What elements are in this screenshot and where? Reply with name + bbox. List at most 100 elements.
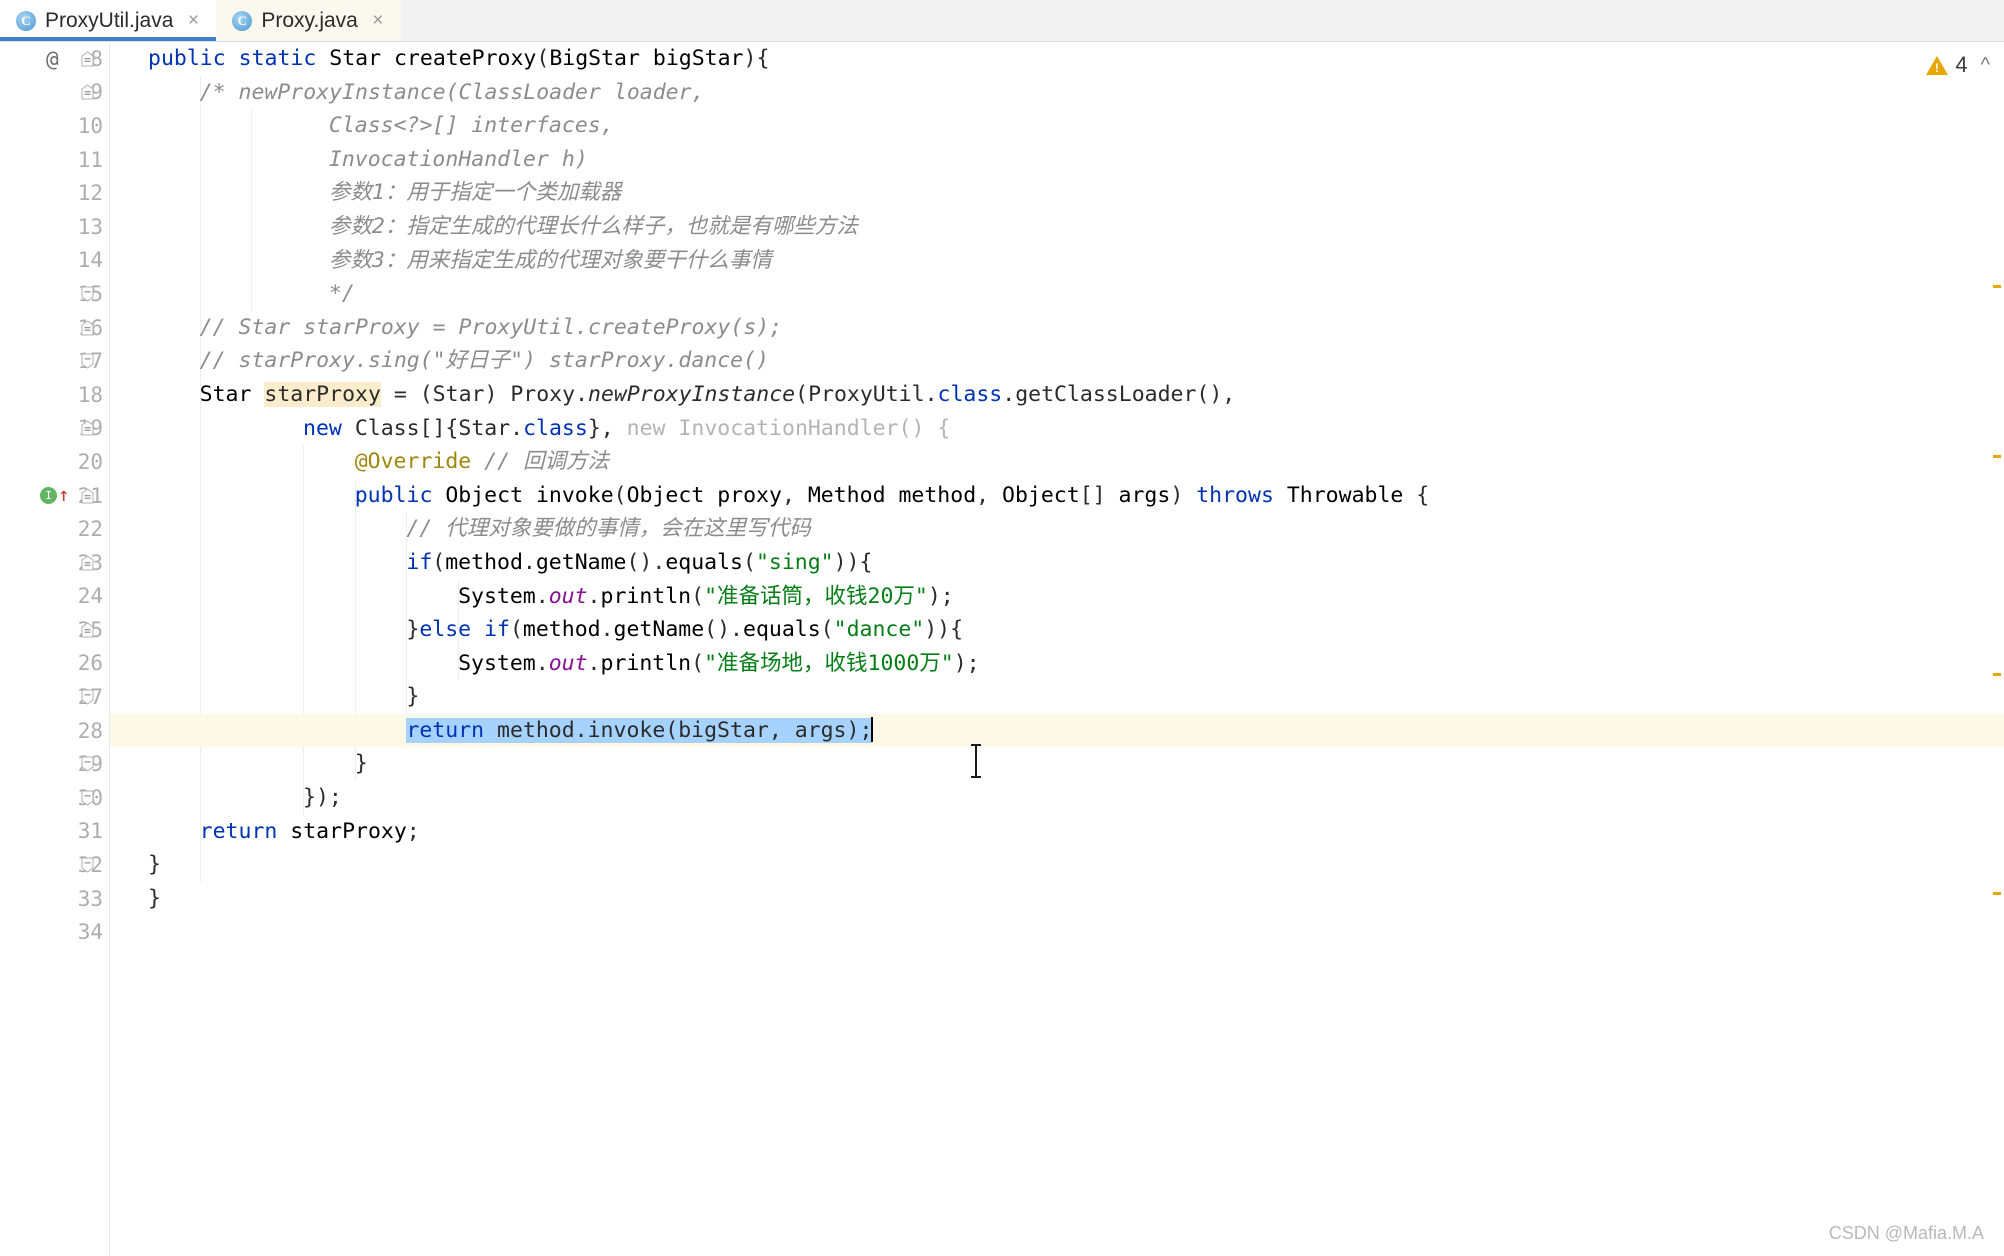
code-line-29[interactable]: } (110, 747, 2004, 781)
code-line-21[interactable]: public Object invoke(Object proxy, Metho… (110, 479, 2004, 513)
gutter-line-12[interactable]: 12 (0, 176, 109, 210)
gutter-line-18[interactable]: 18 (0, 378, 109, 412)
code-line-12[interactable]: 参数1：用于指定一个类加载器 (110, 176, 2004, 210)
code-line-text: /* newProxyInstance(ClassLoader loader, (199, 79, 705, 105)
code-line-23[interactable]: if(method.getName().equals("sing")){ (110, 546, 2004, 580)
code-fold-start-icon[interactable] (80, 554, 95, 571)
editor-gutter[interactable]: @89 10 11 12 13 14 151617 18 19 20 I↑21 22 23 24 25 26 2… (0, 42, 110, 1256)
code-fold-start-icon[interactable] (80, 487, 95, 504)
code-line-34[interactable] (110, 915, 2004, 949)
code-line-text: 参数1：用于指定一个类加载器 (328, 180, 622, 206)
gutter-line-23[interactable]: 23 (0, 546, 109, 580)
line-number: 20 (77, 449, 103, 474)
gutter-line-21[interactable]: I↑21 (0, 479, 109, 513)
inspection-tick[interactable] (1993, 284, 2001, 288)
code-fold-end-icon[interactable] (80, 857, 95, 874)
inspection-tick[interactable] (1993, 673, 2001, 677)
code-line-26[interactable]: System.out.println("准备场地，收钱1000万"); (110, 647, 2004, 681)
gutter-line-16[interactable]: 16 (0, 311, 109, 345)
tab-proxyutil-java[interactable]: C ProxyUtil.java × (0, 0, 217, 41)
code-fold-start-icon[interactable] (80, 319, 95, 336)
code-line-24[interactable]: System.out.println("准备话筒，收钱20万"); (110, 580, 2004, 614)
gutter-line-13[interactable]: 13 (0, 210, 109, 244)
line-number: 24 (77, 584, 103, 609)
gutter-line-15[interactable]: 15 (0, 277, 109, 311)
code-line-text: if(method.getName().equals("sing")){ (406, 549, 873, 575)
line-number: 22 (77, 517, 103, 542)
gutter-line-17[interactable]: 17 (0, 344, 109, 378)
gutter-line-26[interactable]: 26 (0, 647, 109, 681)
code-line-text: System.out.println("准备场地，收钱1000万"); (458, 650, 980, 676)
code-line-33[interactable]: } (110, 882, 2004, 916)
code-line-28[interactable]: return method.invoke(bigStar, args); (110, 713, 2004, 748)
code-fold-end-icon[interactable] (80, 756, 95, 773)
interface-impl-icon[interactable]: I (40, 487, 57, 505)
gutter-line-9[interactable]: 9 (0, 76, 109, 110)
gutter-line-27[interactable]: 27 (0, 680, 109, 714)
chevron-up-icon[interactable]: ^ (1981, 55, 1990, 75)
gutter-line-34[interactable]: 34 (0, 915, 109, 949)
code-fold-start-icon[interactable] (80, 84, 95, 101)
code-line-30[interactable]: }); (110, 781, 2004, 815)
code-line-22[interactable]: // 代理对象要做的事情，会在这里写代码 (110, 512, 2004, 546)
gutter-line-29[interactable]: 29 (0, 747, 109, 781)
code-fold-end-icon[interactable] (80, 353, 95, 370)
gutter-line-31[interactable]: 31 (0, 815, 109, 849)
code-line-text: Star starProxy = (Star) Proxy.newProxyIn… (199, 381, 1236, 407)
gutter-line-28[interactable]: 28 (0, 714, 109, 748)
java-class-icon: C (16, 10, 36, 31)
gutter-line-19[interactable]: 19 (0, 412, 109, 446)
gutter-line-30[interactable]: 30 (0, 781, 109, 815)
code-line-25[interactable]: }else if(method.getName().equals("dance"… (110, 613, 2004, 647)
line-number: 18 (77, 382, 103, 407)
warning-count: 4 (1955, 52, 1968, 77)
code-line-text: // 代理对象要做的事情，会在这里写代码 (406, 516, 811, 542)
gutter-line-10[interactable]: 10 (0, 109, 109, 143)
code-fold-start-icon[interactable] (80, 420, 95, 437)
code-fold-start-icon[interactable] (80, 621, 95, 638)
editor-tab-bar: C ProxyUtil.java × C Proxy.java × (0, 0, 2004, 42)
gutter-line-20[interactable]: 20 (0, 445, 109, 479)
marker-strip[interactable] (1990, 42, 2004, 1256)
override-arrow-icon[interactable]: ↑ (58, 486, 69, 505)
code-canvas[interactable]: public static Star createProxy(BigStar b… (110, 42, 2004, 1256)
inspection-tick[interactable] (1993, 454, 2001, 458)
close-icon[interactable]: × (369, 11, 387, 30)
code-line-11[interactable]: InvocationHandler h) (110, 143, 2004, 177)
inspection-widget[interactable]: 4 ^ (1926, 52, 1990, 78)
code-line-9[interactable]: /* newProxyInstance(ClassLoader loader, (110, 76, 2004, 110)
code-line-19[interactable]: new Class[]{Star.class}, new InvocationH… (110, 412, 2004, 446)
code-line-14[interactable]: 参数3：用来指定生成的代理对象要干什么事情 (110, 244, 2004, 278)
code-line-27[interactable]: } (110, 680, 2004, 714)
gutter-line-8[interactable]: @8 (0, 42, 109, 76)
close-icon[interactable]: × (184, 11, 202, 30)
code-line-13[interactable]: 参数2：指定生成的代理长什么样子，也就是有哪些方法 (110, 210, 2004, 244)
gutter-line-14[interactable]: 14 (0, 244, 109, 278)
code-line-8[interactable]: public static Star createProxy(BigStar b… (110, 42, 2004, 76)
line-number: 13 (77, 214, 103, 239)
code-fold-end-icon[interactable] (80, 789, 95, 806)
code-line-18[interactable]: Star starProxy = (Star) Proxy.newProxyIn… (110, 378, 2004, 412)
line-number: 31 (77, 819, 103, 844)
code-line-15[interactable]: */ (110, 277, 2004, 311)
gutter-line-32[interactable]: 32 (0, 848, 109, 882)
inspection-tick[interactable] (1993, 891, 2001, 895)
code-line-10[interactable]: Class<?>[] interfaces, (110, 109, 2004, 143)
implementing-method-marker[interactable]: I ↑ (40, 486, 69, 505)
code-fold-end-icon[interactable] (80, 285, 95, 302)
gutter-line-25[interactable]: 25 (0, 613, 109, 647)
gutter-line-22[interactable]: 22 (0, 512, 109, 546)
code-line-text: return starProxy; (199, 818, 420, 844)
code-editor[interactable]: @89 10 11 12 13 14 151617 18 19 20 I↑21 22 23 24 25 26 2… (0, 42, 2004, 1256)
code-fold-start-icon[interactable] (80, 50, 95, 67)
gutter-line-11[interactable]: 11 (0, 143, 109, 177)
code-line-17[interactable]: // starProxy.sing("好日子") starProxy.dance… (110, 344, 2004, 378)
tab-proxy-java[interactable]: C Proxy.java × (216, 0, 401, 41)
code-line-20[interactable]: @Override // 回调方法 (110, 445, 2004, 479)
gutter-line-33[interactable]: 33 (0, 882, 109, 916)
code-fold-end-icon[interactable] (80, 689, 95, 706)
code-line-31[interactable]: return starProxy; (110, 815, 2004, 849)
code-line-32[interactable]: } (110, 848, 2004, 882)
gutter-line-24[interactable]: 24 (0, 580, 109, 614)
code-line-16[interactable]: // Star starProxy = ProxyUtil.createProx… (110, 311, 2004, 345)
